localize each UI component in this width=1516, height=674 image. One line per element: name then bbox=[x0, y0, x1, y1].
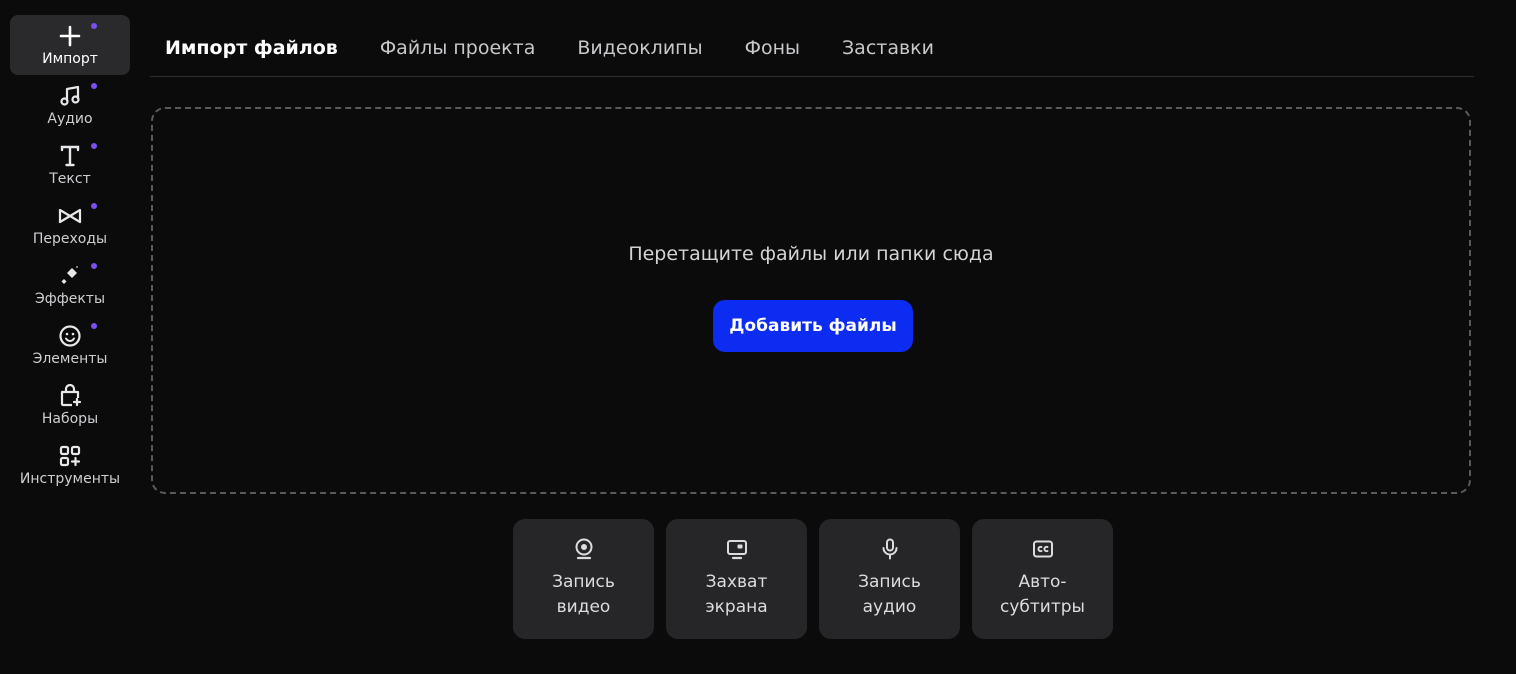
sidebar-item-text[interactable]: Текст bbox=[10, 135, 130, 195]
text-icon bbox=[57, 143, 83, 169]
tab-backgrounds[interactable]: Фоны bbox=[745, 37, 800, 59]
microphone-icon bbox=[878, 537, 902, 561]
capture-actions: Запись видео Захват экрана Запись аудио … bbox=[513, 519, 1113, 639]
tab-intros[interactable]: Заставки bbox=[842, 37, 934, 59]
smiley-icon bbox=[57, 323, 83, 349]
sidebar-item-label: Элементы bbox=[32, 351, 108, 367]
card-label: Запись видео bbox=[552, 572, 615, 617]
sidebar-item-label: Текст bbox=[49, 171, 91, 187]
auto-subtitles-button[interactable]: Авто- субтитры bbox=[972, 519, 1113, 639]
new-indicator-dot bbox=[91, 323, 97, 329]
record-video-button[interactable]: Запись видео bbox=[513, 519, 654, 639]
tab-bar: Импорт файлов Файлы проекта Видеоклипы Ф… bbox=[150, 20, 1474, 77]
webcam-icon bbox=[572, 537, 596, 561]
new-indicator-dot bbox=[91, 263, 97, 269]
sidebar-item-label: Переходы bbox=[32, 231, 108, 247]
tab-import-files[interactable]: Импорт файлов bbox=[165, 37, 338, 59]
sidebar-item-kits[interactable]: Наборы bbox=[10, 375, 130, 435]
tab-project-files[interactable]: Файлы проекта bbox=[380, 37, 536, 59]
app-window: Импорт Аудио Текст Переходы Эффекты Элем… bbox=[0, 0, 1516, 674]
plus-icon bbox=[57, 23, 83, 49]
sidebar-item-audio[interactable]: Аудио bbox=[10, 75, 130, 135]
sidebar: Импорт Аудио Текст Переходы Эффекты Элем… bbox=[10, 15, 130, 495]
screen-capture-icon bbox=[725, 537, 749, 561]
sparkle-icon bbox=[57, 263, 83, 289]
transitions-icon bbox=[57, 203, 83, 229]
new-indicator-dot bbox=[91, 143, 97, 149]
sidebar-item-elements[interactable]: Элементы bbox=[10, 315, 130, 375]
sidebar-item-label: Аудио bbox=[47, 111, 93, 127]
sidebar-item-transitions[interactable]: Переходы bbox=[10, 195, 130, 255]
sidebar-item-label: Импорт bbox=[42, 51, 98, 67]
screen-capture-button[interactable]: Захват экрана bbox=[666, 519, 807, 639]
sidebar-item-label: Наборы bbox=[41, 411, 99, 427]
sidebar-item-effects[interactable]: Эффекты bbox=[10, 255, 130, 315]
new-indicator-dot bbox=[91, 203, 97, 209]
record-audio-button[interactable]: Запись аудио bbox=[819, 519, 960, 639]
file-drop-zone[interactable]: Перетащите файлы или папки сюда Добавить… bbox=[151, 107, 1471, 494]
sidebar-item-label: Эффекты bbox=[35, 291, 105, 307]
add-files-button[interactable]: Добавить файлы bbox=[713, 300, 913, 352]
grid-plus-icon bbox=[57, 443, 83, 469]
card-label: Авто- субтитры bbox=[1000, 572, 1085, 617]
music-note-icon bbox=[57, 83, 83, 109]
drop-zone-hint: Перетащите файлы или папки сюда bbox=[628, 243, 994, 265]
sidebar-item-tools[interactable]: Инструменты bbox=[10, 435, 130, 495]
tab-video-clips[interactable]: Видеоклипы bbox=[577, 37, 702, 59]
new-indicator-dot bbox=[91, 83, 97, 89]
captions-icon bbox=[1031, 537, 1055, 561]
bag-plus-icon bbox=[57, 383, 83, 409]
card-label: Захват экрана bbox=[705, 572, 768, 617]
sidebar-item-label: Инструменты bbox=[19, 471, 121, 487]
sidebar-item-import[interactable]: Импорт bbox=[10, 15, 130, 75]
card-label: Запись аудио bbox=[858, 572, 921, 617]
new-indicator-dot bbox=[91, 23, 97, 29]
